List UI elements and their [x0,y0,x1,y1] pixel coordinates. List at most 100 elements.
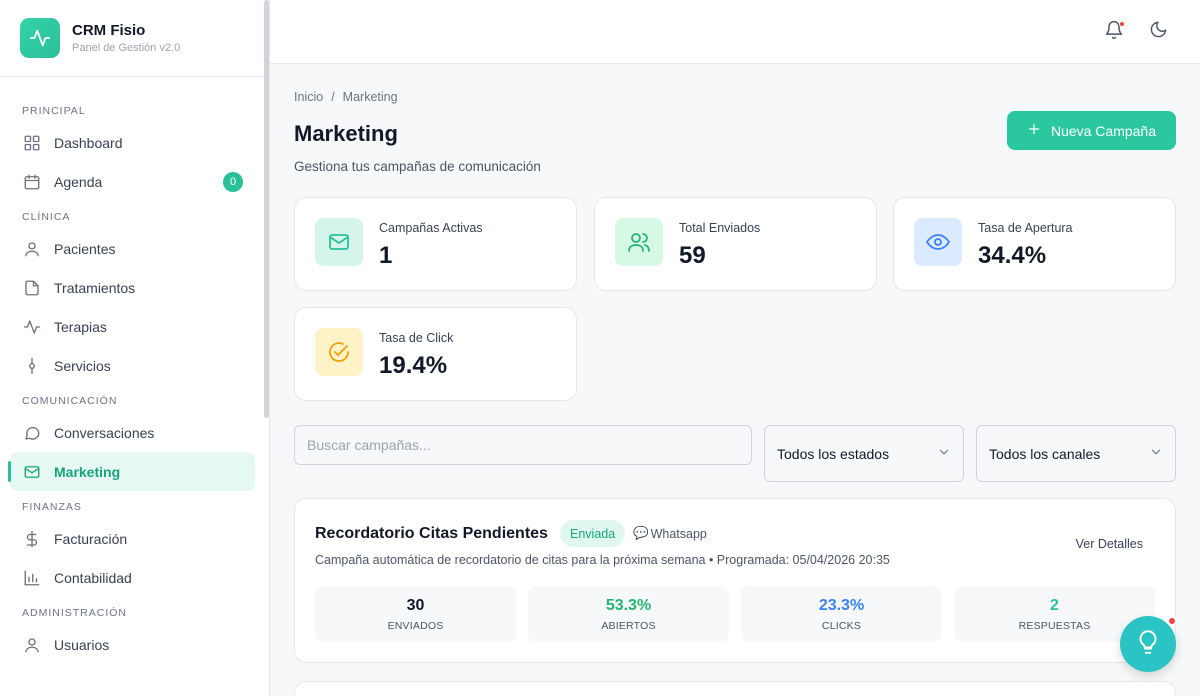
sidebar-item-label: Contabilidad [54,569,132,586]
check-circle-icon [315,328,363,376]
notification-dot [1119,21,1125,27]
help-tips-button[interactable] [1120,616,1177,672]
stat-label: Tasa de Click [379,331,454,345]
chevron-down-icon [937,445,951,462]
stat-card-total-sent: Total Enviados 59 [594,197,877,291]
metric-value: 2 [1050,597,1059,614]
sidebar-item-label: Conversaciones [54,424,155,441]
metric-value: 53.3% [605,597,652,614]
metric-label: CLICKS [821,620,862,632]
sidebar-item-agenda[interactable]: Agenda 0 [10,162,255,201]
sidebar-item-label: Dashboard [54,134,123,151]
campaign-card-next [294,681,1176,696]
stat-label: Total Enviados [679,221,761,235]
sidebar-item-conversaciones[interactable]: Conversaciones [10,413,255,452]
campaign-title: Recordatorio Citas Pendientes [315,525,548,542]
sidebar-item-label: Facturación [54,530,128,547]
sidebar-item-contabilidad[interactable]: Contabilidad [10,558,255,597]
activity-icon [22,317,42,337]
calendar-icon [22,172,42,192]
view-details-link[interactable]: Ver Detalles [1076,537,1143,551]
plus-icon [1027,122,1041,139]
brand-name: CRM Fisio [72,22,146,39]
channel-label: Whatsapp [650,526,707,541]
status-select[interactable]: Todos los estados [764,425,964,482]
campaign-metrics: 30 ENVIADOS 53.3% ABIERTOS 23.3% CLICKS … [315,586,1156,642]
stat-card-open-rate: Tasa de Apertura 34.4% [893,197,1176,291]
dollar-icon [22,529,42,549]
mail-icon [315,218,363,266]
sidebar-item-label: Tratamientos [54,279,136,296]
stat-value: 19.4% [379,352,448,379]
section-title-administracion: ADMINISTRACIÓN [22,607,128,619]
stat-card-click-rate: Tasa de Click 19.4% [294,307,577,401]
sidebar-item-tratamientos[interactable]: Tratamientos [10,268,255,307]
bar-chart-icon [22,568,42,588]
sidebar-item-pacientes[interactable]: Pacientes [10,229,255,268]
activity-logo-icon [20,18,60,58]
notification-dot [1167,616,1177,626]
campaign-description: Campaña automática de recordatorio de ci… [315,553,890,567]
section-title-clinica: CLÍNICA [22,211,71,223]
new-campaign-label: Nueva Campaña [1050,122,1156,139]
speech-bubble-icon: 💬 [633,526,649,540]
stat-value: 34.4% [978,242,1047,269]
chevron-down-icon [1149,445,1163,462]
brand[interactable]: CRM Fisio Panel de Gestión v2.0 [0,0,269,77]
sidebar-item-terapias[interactable]: Terapias [10,307,255,346]
sidebar-item-label: Servicios [54,357,111,374]
stat-value: 1 [379,242,393,269]
sidebar-item-label: Terapias [54,318,107,335]
metric-sent: 30 ENVIADOS [315,586,516,642]
user-icon [22,239,42,259]
channel-select-value: Todos los canales [989,445,1101,462]
sidebar-item-facturacion[interactable]: Facturación [10,519,255,558]
eye-icon [914,218,962,266]
section-title-comunicacion: COMUNICACIÓN [22,395,118,407]
page-subtitle: Gestiona tus campañas de comunicación [294,159,541,174]
sidebar-item-label: Marketing [54,463,121,480]
metric-label: ENVIADOS [387,620,444,632]
stat-value: 59 [679,242,706,269]
sidebar: CRM Fisio Panel de Gestión v2.0 PRINCIPA… [0,0,270,696]
notifications-button[interactable] [1102,20,1126,44]
breadcrumb-home[interactable]: Inicio [294,90,323,104]
channel-select[interactable]: Todos los canales [976,425,1176,482]
sidebar-item-usuarios[interactable]: Usuarios [10,625,255,664]
sidebar-item-marketing[interactable]: Marketing [8,452,255,491]
sidebar-scrollbar[interactable] [264,0,269,418]
mail-icon [22,462,42,482]
brand-subtitle: Panel de Gestión v2.0 [72,42,181,54]
stat-label: Campañas Activas [379,221,483,235]
service-icon [22,356,42,376]
search-input[interactable] [294,425,752,465]
new-campaign-button[interactable]: Nueva Campaña [1006,111,1176,150]
sidebar-item-servicios[interactable]: Servicios [10,346,255,385]
breadcrumb-current: Marketing [342,90,398,104]
section-title-finanzas: FINANZAS [22,501,82,513]
grid-icon [22,133,42,153]
user-icon [22,635,42,655]
lightbulb-icon [1135,629,1161,660]
stat-card-active-campaigns: Campañas Activas 1 [294,197,577,291]
metric-value: 23.3% [818,597,865,614]
file-icon [22,278,42,298]
sidebar-item-dashboard[interactable]: Dashboard [10,123,255,162]
status-badge: Enviada [560,520,626,547]
sidebar-item-label: Agenda [54,173,103,190]
users-icon [615,218,663,266]
breadcrumb-separator: / [331,90,335,104]
stat-label: Tasa de Apertura [978,221,1073,235]
theme-toggle-button[interactable] [1146,20,1170,44]
campaign-card: Recordatorio Citas Pendientes Enviada 💬 … [294,498,1176,663]
metric-opened: 53.3% ABIERTOS [528,586,729,642]
section-title-principal: PRINCIPAL [22,105,86,117]
channel-tag: 💬 Whatsapp [633,526,707,541]
topbar [270,0,1200,64]
moon-icon [1149,20,1168,44]
metric-clicks: 23.3% CLICKS [741,586,942,642]
sidebar-item-label: Usuarios [54,636,110,653]
main-content: Inicio / Marketing Marketing Gestiona tu… [294,64,1176,696]
metric-value: 30 [406,597,425,614]
breadcrumb: Inicio / Marketing [294,90,1176,104]
